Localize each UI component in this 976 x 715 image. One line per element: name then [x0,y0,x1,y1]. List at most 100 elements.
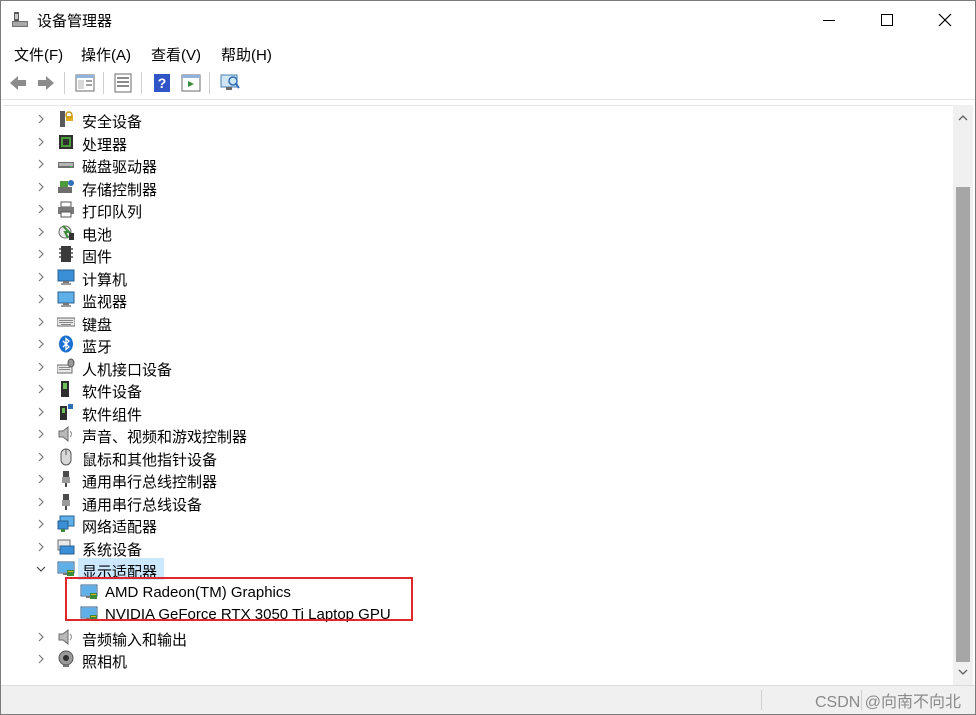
tree-category-item[interactable]: 照相机 [3,648,943,671]
chevron-right-icon[interactable] [35,225,47,239]
disk-drive-icon [57,155,75,173]
tree-category-item[interactable]: 计算机 [3,266,943,289]
chevron-right-icon[interactable] [35,472,47,486]
tree-category-item[interactable]: 磁盘驱动器 [3,153,943,176]
tree-category-item[interactable]: 安全设备 [3,108,943,131]
chevron-right-icon[interactable] [35,405,47,419]
audio-io-icon [57,628,75,646]
chevron-right-icon[interactable] [35,517,47,531]
scrollbar-thumb[interactable] [956,187,970,662]
hid-icon [56,358,75,376]
chevron-right-icon[interactable] [35,652,47,666]
system-device-icon [57,538,75,556]
chevron-right-icon[interactable] [35,202,47,216]
computer-icon [57,268,75,286]
chevron-right-icon[interactable] [35,427,47,441]
tree-category-item[interactable]: 通用串行总线设备 [3,491,943,514]
tree-category-item[interactable]: 鼠标和其他指针设备 [3,446,943,469]
tree-category-label: 计算机 [82,271,128,289]
tree-category-label: 人机接口设备 [82,361,173,379]
menu-action[interactable]: 操作(A) [81,44,131,65]
tree-category-item[interactable]: 软件组件 [3,401,943,424]
toolbar-separator [209,72,210,94]
menu-view[interactable]: 查看(V) [151,44,201,65]
status-divider [761,690,762,710]
chevron-right-icon[interactable] [35,157,47,171]
chevron-right-icon[interactable] [35,270,47,284]
action-pane-icon[interactable] [180,72,202,94]
show-hide-tree-icon[interactable] [74,72,96,94]
chevron-right-icon[interactable] [35,247,47,261]
device-tree[interactable]: 安全设备 处理器磁盘驱动器 存储控制器打印队列电池 固件计算机监视器键盘 蓝牙人机接口设… [3,105,953,686]
tree-category-label: 键盘 [82,316,113,334]
chevron-right-icon[interactable] [35,337,47,351]
scan-hardware-icon[interactable] [219,72,241,94]
camera-icon [57,650,75,668]
usb-icon [57,493,75,511]
keyboard-icon [56,313,76,331]
tree-category-item[interactable]: 处理器 [3,131,943,154]
maximize-button[interactable] [858,1,916,39]
usb-icon [57,470,75,488]
tree-category-item[interactable]: 蓝牙 [3,333,943,356]
chevron-right-icon[interactable] [35,360,47,374]
tree-category-item[interactable]: 存储控制器 [3,176,943,199]
device-manager-window: 设备管理器 文件(F) 操作(A) 查看(V) 帮助(H) ? 安全设备 处理器… [0,0,976,715]
chevron-right-icon[interactable] [35,450,47,464]
chevron-right-icon[interactable] [35,180,47,194]
tree-category-item[interactable]: 人机接口设备 [3,356,943,379]
tree-category-item[interactable]: 声音、视频和游戏控制器 [3,423,943,446]
back-icon[interactable] [7,72,29,94]
tree-category-item[interactable]: 音频输入和输出 [3,626,943,649]
chevron-right-icon[interactable] [35,382,47,396]
tree-category-item[interactable]: 系统设备 [3,536,943,559]
chevron-right-icon[interactable] [35,540,47,554]
tree-category-label: 磁盘驱动器 [82,159,158,176]
properties-icon[interactable] [112,72,134,94]
tree-category-label: 电池 [82,226,113,244]
tree-category-label: 鼠标和其他指针设备 [82,451,218,469]
chevron-right-icon[interactable] [35,315,47,329]
chevron-right-icon[interactable] [35,630,47,644]
tree-category-item[interactable]: 软件设备 [3,378,943,401]
tree-category-item[interactable]: 打印队列 [3,198,943,221]
chevron-right-icon[interactable] [35,495,47,509]
annotation-highlight-box [65,576,413,621]
chevron-down-icon[interactable] [35,562,47,576]
battery-icon [57,223,75,241]
tree-category-label: 安全设备 [82,114,143,131]
menu-bar: 文件(F) 操作(A) 查看(V) 帮助(H) [1,39,975,67]
close-button[interactable] [916,1,974,39]
tree-category-label: 软件组件 [82,406,143,424]
window-title: 设备管理器 [37,13,113,30]
tree-category-item[interactable]: 电池 [3,221,943,244]
tree-category-label: 声音、视频和游戏控制器 [82,429,248,446]
scroll-down-icon[interactable] [957,667,969,677]
tree-category-item[interactable]: 监视器 [3,288,943,311]
help-icon[interactable]: ? [151,72,173,94]
chevron-right-icon[interactable] [35,135,47,149]
tree-category-label: 网络适配器 [82,519,158,536]
menu-help[interactable]: 帮助(H) [221,44,272,65]
tree-category-item[interactable]: 网络适配器 [3,513,943,536]
minimize-button[interactable] [800,1,858,39]
tree-category-item[interactable]: 键盘 [3,311,943,334]
network-adapter-icon [57,515,75,533]
tree-category-label: 通用串行总线控制器 [82,474,218,491]
scroll-up-icon[interactable] [957,113,969,123]
tree-category-label: 音频输入和输出 [82,631,188,649]
chevron-right-icon[interactable] [35,292,47,306]
toolbar: ? [1,67,975,100]
tree-category-label: 监视器 [82,294,128,311]
chevron-right-icon[interactable] [35,112,47,126]
svg-text:?: ? [158,75,167,91]
forward-icon[interactable] [35,72,57,94]
tree-category-item[interactable]: 通用串行总线控制器 [3,468,943,491]
tree-category-item[interactable]: 固件 [3,243,943,266]
vertical-scrollbar[interactable] [953,105,973,685]
tree-category-label: 打印队列 [82,204,143,221]
title-bar[interactable]: 设备管理器 [1,1,975,39]
security-device-icon [57,110,75,128]
tree-category-label: 系统设备 [82,541,143,559]
menu-file[interactable]: 文件(F) [14,44,63,65]
